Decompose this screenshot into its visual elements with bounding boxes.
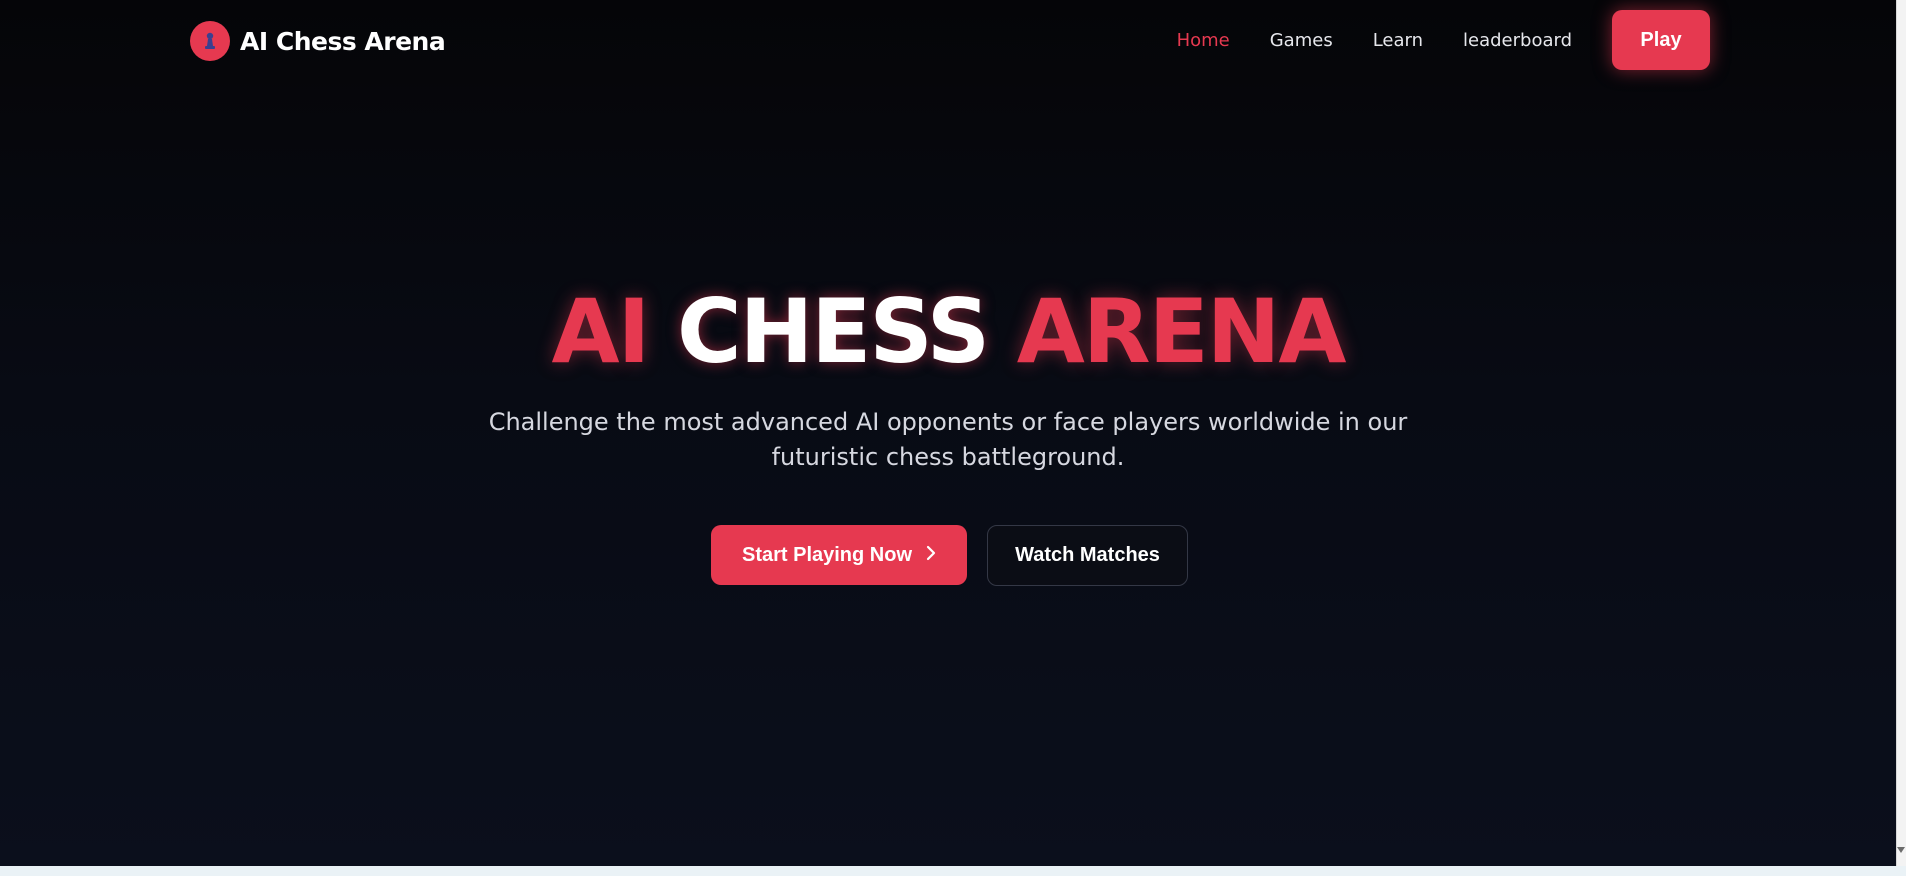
hero-actions: Start Playing Now Watch Matches — [711, 525, 1188, 586]
nav-link-learn[interactable]: Learn — [1373, 30, 1423, 51]
watch-matches-button[interactable]: Watch Matches — [987, 525, 1188, 586]
nav-link-games[interactable]: Games — [1270, 30, 1333, 51]
navbar: AI Chess Arena Home Games Learn leaderbo… — [0, 0, 1896, 84]
hero-title-part-2: CHESS — [676, 280, 990, 383]
scroll-down-arrow-icon[interactable] — [1897, 846, 1905, 854]
vertical-scrollbar[interactable] — [1896, 0, 1906, 866]
brand-name: AI Chess Arena — [240, 26, 446, 56]
nav-menu: Home Games Learn leaderboard Play — [1177, 10, 1710, 70]
start-playing-label: Start Playing Now — [741, 543, 913, 566]
nav-link-leaderboard[interactable]: leaderboard — [1463, 30, 1572, 51]
hero-title-part-3: ARENA — [1016, 280, 1347, 383]
nav-link-home[interactable]: Home — [1177, 30, 1230, 51]
start-playing-button[interactable]: Start Playing Now — [711, 525, 967, 585]
horizontal-scrollbar[interactable] — [0, 866, 1906, 876]
hero-title: AI CHESS ARENA — [0, 282, 1896, 382]
brand-logo-link[interactable]: AI Chess Arena — [190, 20, 446, 62]
hero-title-part-1: AI — [551, 280, 650, 383]
chess-pawn-icon — [190, 21, 230, 61]
hero-subtitle: Challenge the most advanced AI opponents… — [488, 408, 1408, 471]
page: AI Chess Arena Home Games Learn leaderbo… — [0, 0, 1906, 876]
chevron-right-icon — [926, 544, 936, 567]
play-button[interactable]: Play — [1612, 10, 1710, 70]
